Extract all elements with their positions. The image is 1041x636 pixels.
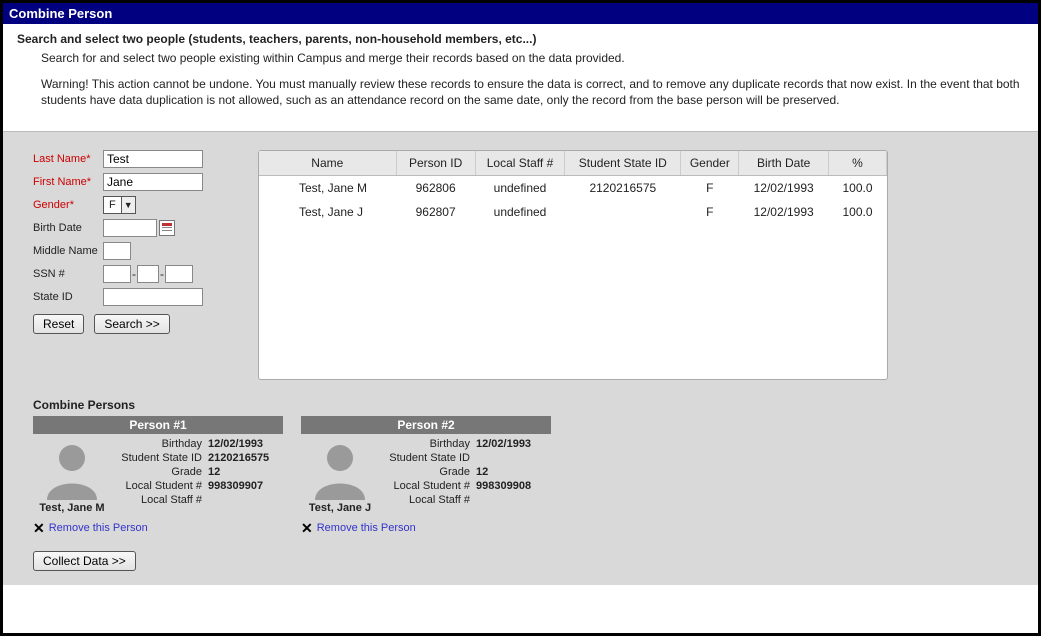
search-form: Last Name* First Name* Gender* F ▼ Birth… bbox=[33, 150, 238, 334]
firstname-input[interactable] bbox=[103, 173, 203, 191]
col-birthdate[interactable]: Birth Date bbox=[739, 151, 829, 176]
gender-select[interactable]: F ▼ bbox=[103, 196, 136, 214]
ssn-group: - - bbox=[103, 265, 193, 283]
ssn-input-3[interactable] bbox=[165, 265, 193, 283]
collect-data-button[interactable]: Collect Data >> bbox=[33, 551, 136, 571]
middlename-input[interactable] bbox=[103, 242, 131, 260]
birthdate-input[interactable] bbox=[103, 219, 157, 237]
gender-label: Gender* bbox=[33, 199, 103, 211]
col-personid[interactable]: Person ID bbox=[396, 151, 475, 176]
middlename-label: Middle Name bbox=[33, 245, 103, 257]
remove-person-2[interactable]: ✕ Remove this Person bbox=[301, 520, 551, 537]
ssn-input-2[interactable] bbox=[137, 265, 159, 283]
col-studentstateid[interactable]: Student State ID bbox=[565, 151, 681, 176]
person-card-2: Person #2 Test, Jane J Birthday12/02/199… bbox=[301, 416, 551, 537]
col-localstaff[interactable]: Local Staff # bbox=[475, 151, 565, 176]
calendar-icon[interactable] bbox=[159, 220, 175, 236]
person-card-1: Person #1 Test, Jane M Birthday12/02/199… bbox=[33, 416, 283, 537]
close-icon: ✕ bbox=[33, 520, 45, 537]
stateid-label: State ID bbox=[33, 291, 103, 303]
app-window: Combine Person Search and select two peo… bbox=[0, 0, 1041, 636]
main-panel: Last Name* First Name* Gender* F ▼ Birth… bbox=[3, 131, 1038, 585]
person-card-2-name: Test, Jane J bbox=[305, 502, 375, 514]
col-name[interactable]: Name bbox=[259, 151, 396, 176]
birthdate-label: Birth Date bbox=[33, 222, 103, 234]
remove-person-1[interactable]: ✕ Remove this Person bbox=[33, 520, 283, 537]
person-card-1-name: Test, Jane M bbox=[37, 502, 107, 514]
combine-section: Combine Persons Person #1 Test, Jane M bbox=[33, 398, 1024, 571]
ssn-label: SSN # bbox=[33, 268, 103, 280]
col-gender[interactable]: Gender bbox=[681, 151, 739, 176]
close-icon: ✕ bbox=[301, 520, 313, 537]
lastname-label: Last Name* bbox=[33, 153, 103, 165]
window-title: Combine Person bbox=[3, 3, 1038, 24]
table-row[interactable]: Test, Jane J 962807 undefined F 12/02/19… bbox=[259, 200, 887, 224]
results-table: Name Person ID Local Staff # Student Sta… bbox=[258, 150, 888, 380]
search-button[interactable]: Search >> bbox=[94, 314, 169, 334]
chevron-down-icon[interactable]: ▼ bbox=[121, 197, 135, 213]
avatar-icon bbox=[41, 438, 103, 500]
ssn-input-1[interactable] bbox=[103, 265, 131, 283]
intro-text-2: Warning! This action cannot be undone. Y… bbox=[41, 76, 1024, 108]
stateid-input[interactable] bbox=[103, 288, 203, 306]
reset-button[interactable]: Reset bbox=[33, 314, 84, 334]
intro-text-1: Search for and select two people existin… bbox=[41, 50, 1024, 66]
person-card-1-title: Person #1 bbox=[33, 416, 283, 434]
lastname-input[interactable] bbox=[103, 150, 203, 168]
col-pct[interactable]: % bbox=[828, 151, 886, 176]
table-row[interactable]: Test, Jane M 962806 undefined 2120216575… bbox=[259, 175, 887, 200]
firstname-label: First Name* bbox=[33, 176, 103, 188]
person-card-2-title: Person #2 bbox=[301, 416, 551, 434]
combine-heading: Combine Persons bbox=[33, 398, 1024, 412]
intro-panel: Search and select two people (students, … bbox=[3, 24, 1038, 131]
intro-heading: Search and select two people (students, … bbox=[17, 32, 1024, 46]
gender-value: F bbox=[104, 199, 121, 211]
avatar-icon bbox=[309, 438, 371, 500]
